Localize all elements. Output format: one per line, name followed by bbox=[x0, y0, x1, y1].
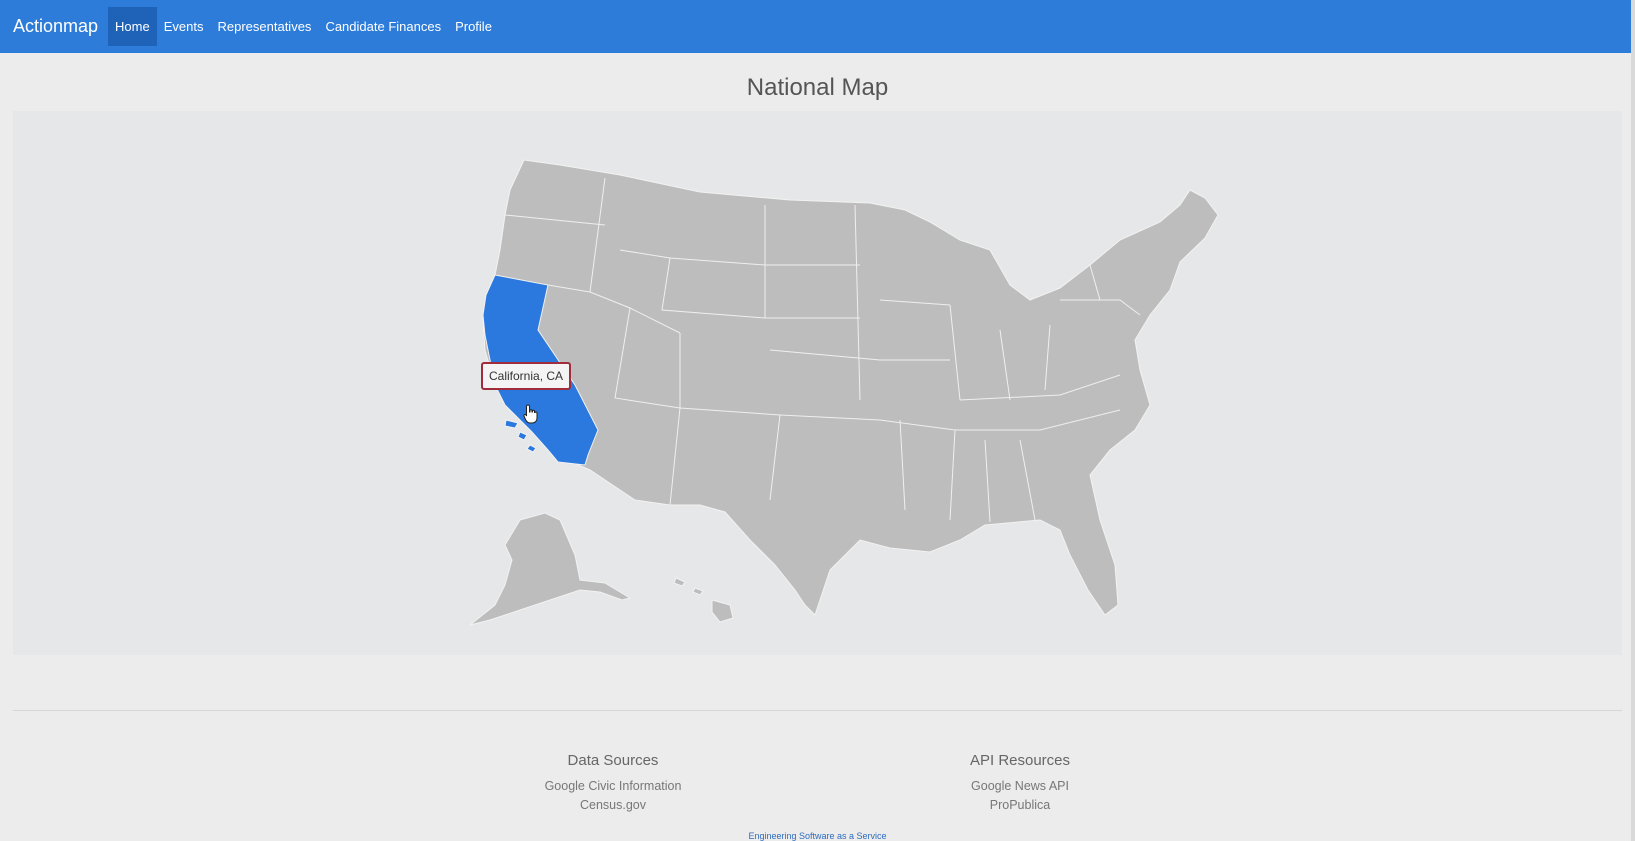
nav-candidate-finances[interactable]: Candidate Finances bbox=[318, 7, 448, 46]
page-title: National Map bbox=[746, 74, 889, 101]
top-navbar: Actionmap Home Events Representatives Ca… bbox=[0, 0, 1635, 53]
us-map-svg bbox=[469, 159, 1219, 626]
footer-divider bbox=[13, 710, 1622, 711]
state-hawaii[interactable] bbox=[673, 577, 734, 623]
state-alaska[interactable] bbox=[469, 512, 632, 626]
nav-home[interactable]: Home bbox=[108, 7, 157, 46]
data-sources-heading: Data Sources bbox=[567, 752, 659, 769]
api-resources-heading: API Resources bbox=[969, 752, 1071, 769]
national-map: California, CA bbox=[13, 111, 1622, 655]
census-link[interactable]: Census.gov bbox=[483, 796, 743, 815]
google-civic-link[interactable]: Google Civic Information bbox=[483, 777, 743, 796]
brand-link[interactable]: Actionmap bbox=[13, 0, 98, 53]
nav-events[interactable]: Events bbox=[157, 7, 211, 46]
footer-note[interactable]: Engineering Software as a Service bbox=[0, 831, 1635, 841]
google-news-link[interactable]: Google News API bbox=[890, 777, 1150, 796]
nav-profile[interactable]: Profile bbox=[448, 7, 499, 46]
propublica-link[interactable]: ProPublica bbox=[890, 796, 1150, 815]
state-tooltip: California, CA bbox=[481, 362, 572, 390]
api-resources-section: API Resources Google News API ProPublica bbox=[890, 752, 1150, 815]
nav-representatives[interactable]: Representatives bbox=[210, 7, 318, 46]
scrollbar[interactable] bbox=[1631, 0, 1635, 841]
hand-cursor-icon bbox=[523, 404, 538, 424]
state-contiguous-us[interactable] bbox=[482, 159, 1219, 616]
data-sources-section: Data Sources Google Civic Information Ce… bbox=[483, 752, 743, 815]
